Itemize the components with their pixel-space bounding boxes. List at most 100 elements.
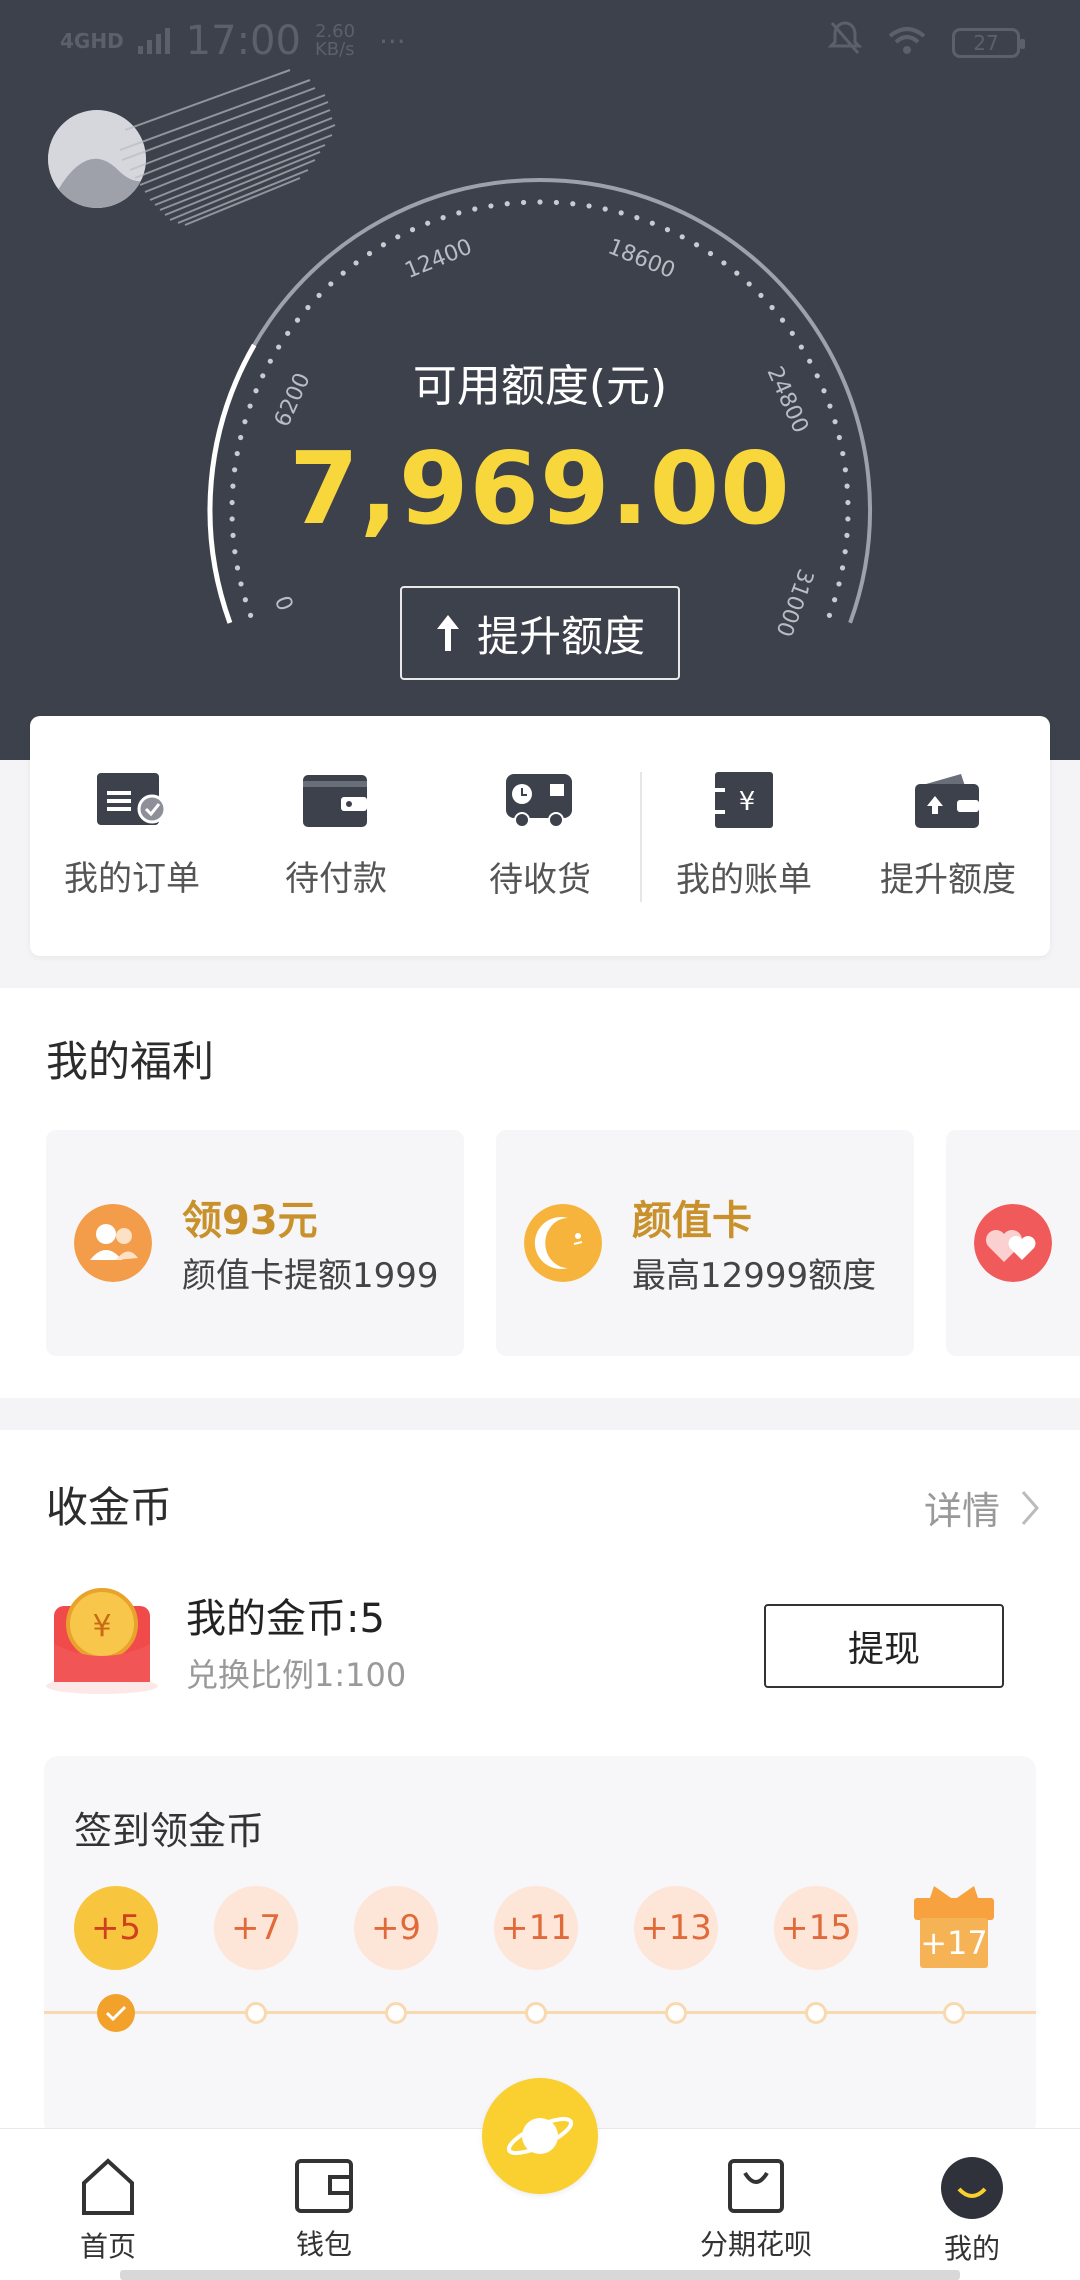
- withdraw-button[interactable]: 提现: [764, 1604, 1004, 1688]
- welfare-card[interactable]: [946, 1130, 1080, 1356]
- nav-home-label: 首页: [79, 2230, 136, 2263]
- planet-icon: [506, 2117, 574, 2155]
- check-icon: [105, 2005, 127, 2022]
- gauge-dot: [746, 281, 752, 287]
- raise-limit-label: 提升额度: [476, 611, 645, 661]
- menu-my-bill[interactable]: ¥ 我的账单: [642, 716, 846, 956]
- coins-title: 收金币: [46, 1483, 173, 1532]
- gauge-dot: [679, 234, 685, 240]
- svg-text:¥: ¥: [92, 1609, 111, 1644]
- coins-detail-label: 详情: [923, 1489, 1000, 1533]
- nav-installment-label: 分期花呗: [699, 2228, 812, 2261]
- signin-title: 签到领金币: [74, 1809, 265, 1853]
- welfare-card[interactable]: 领93元 颜值卡提额1999: [46, 1130, 464, 1356]
- coins-detail-link[interactable]: 详情: [924, 1480, 1040, 1535]
- coins-section: 收金币 详情 ¥ 我的金币:5 兑换比例1:100 提现 签到领金币 +5 +7…: [0, 1430, 1080, 2136]
- arrow-up-icon: [436, 615, 459, 651]
- hearts-icon: [974, 1204, 1052, 1282]
- gauge-dot: [798, 344, 804, 350]
- status-time: 17:00: [185, 18, 301, 64]
- gauge-dot: [456, 210, 462, 216]
- more-dots: ···: [378, 24, 406, 58]
- welfare-section: 我的福利 领93元 颜值卡提额1999 颜值卡 最高12999额度: [0, 988, 1080, 1398]
- signin-day-bubble[interactable]: +5: [74, 1886, 158, 1970]
- smile-icon: [941, 2157, 1003, 2219]
- signin-dot: [525, 2002, 547, 2024]
- network-speed: 2.60 KB/s: [314, 21, 356, 60]
- signin-day-bubble[interactable]: +15: [774, 1886, 858, 1970]
- menu-my-orders-label: 我的订单: [64, 858, 200, 899]
- mute-bell-icon: [827, 20, 863, 66]
- wallet-icon: [295, 2159, 353, 2213]
- gauge-dot: [328, 281, 334, 287]
- signin-dot: [943, 2002, 965, 2024]
- gauge-dot: [836, 581, 842, 587]
- gauge-dot: [425, 220, 431, 226]
- exchange-rate: 兑换比例1:100: [186, 1656, 407, 1694]
- nav-mine[interactable]: 我的: [902, 2157, 1042, 2267]
- menu-my-orders[interactable]: 我的订单: [30, 716, 234, 956]
- gauge-dot: [769, 304, 775, 311]
- gauge-dot: [353, 260, 359, 266]
- gauge-dot: [242, 597, 248, 603]
- gauge-dot: [649, 220, 655, 226]
- menu-pending-payment-label: 待付款: [285, 858, 387, 899]
- gauge-tick-label: 31000: [770, 565, 817, 639]
- signal-icon: [137, 18, 172, 64]
- svg-text:¥: ¥: [739, 787, 756, 817]
- welfare-card[interactable]: 颜值卡 最高12999额度: [496, 1130, 914, 1356]
- order-icon: [97, 772, 167, 825]
- gift-box-day[interactable]: +17: [912, 1878, 996, 1970]
- gauge-dot: [276, 344, 282, 350]
- battery-icon: 27: [952, 28, 1025, 58]
- nav-center-planet-button[interactable]: [482, 2078, 598, 2194]
- gauge-dot: [553, 199, 560, 206]
- nav-wallet[interactable]: 钱包: [254, 2157, 394, 2263]
- nav-home[interactable]: 首页: [38, 2157, 178, 2265]
- menu-my-bill-label: 我的账单: [676, 859, 812, 900]
- chevron-right-icon: [1021, 1490, 1039, 1525]
- signin-dot: [385, 2002, 407, 2024]
- gauge-dot: [340, 270, 346, 276]
- menu-pending-delivery[interactable]: 待收货: [438, 716, 642, 956]
- gauge-dot: [839, 565, 846, 571]
- gauge-dot: [570, 201, 576, 207]
- gauge-dot: [618, 210, 624, 216]
- signin-day-bubble[interactable]: +7: [214, 1886, 298, 1970]
- truck-icon: [506, 773, 572, 828]
- gauge-dot: [602, 206, 608, 212]
- wallet-icon: [303, 774, 367, 827]
- gauge-dot: [504, 201, 510, 207]
- nav-installment[interactable]: 分期花呗: [686, 2157, 826, 2263]
- gauge-dot: [842, 549, 848, 555]
- menu-pending-payment[interactable]: 待付款: [234, 716, 438, 956]
- gauge-tick-label: 0: [272, 592, 300, 614]
- quick-menu-card: 我的订单 待付款 待收货 ¥ 我的账单 提升额度: [30, 716, 1050, 956]
- nav-mine-label: 我的: [943, 2232, 1000, 2265]
- gauge-dot: [634, 215, 640, 221]
- gauge-dot: [380, 242, 387, 248]
- raise-limit-button[interactable]: 提升额度: [400, 586, 680, 680]
- home-icon: [82, 2158, 134, 2215]
- available-credit-value: 7,969.00: [289, 430, 791, 547]
- gauge-dot: [586, 203, 592, 209]
- gauge-dot: [395, 234, 401, 240]
- gauge-dot: [472, 206, 478, 212]
- signin-day-bubble[interactable]: +11: [494, 1886, 578, 1970]
- gauge-dot: [242, 419, 248, 425]
- raise-wallet-icon: [915, 773, 979, 828]
- menu-pending-delivery-label: 待收货: [489, 859, 591, 900]
- gauge-dot: [758, 292, 764, 299]
- my-coins-row: ¥ 我的金币:5 兑换比例1:100 提现: [0, 1586, 1080, 1706]
- gauge-dot: [409, 227, 416, 233]
- menu-raise-limit[interactable]: 提升额度: [846, 716, 1050, 956]
- signin-dot: [245, 2002, 267, 2024]
- credit-header: 4GHD 17:00 2.60 KB/s ··· 27 0 6200 12400 1: [0, 0, 1080, 760]
- gauge-dot: [232, 549, 238, 555]
- welfare-card-title: 领93元: [182, 1198, 318, 1244]
- my-coins-count: 我的金币:5: [186, 1596, 385, 1642]
- welfare-title: 我的福利: [46, 1037, 215, 1086]
- signin-day-bubble[interactable]: +9: [354, 1886, 438, 1970]
- gauge-dot: [294, 317, 301, 323]
- signin-day-bubble[interactable]: +13: [634, 1886, 718, 1970]
